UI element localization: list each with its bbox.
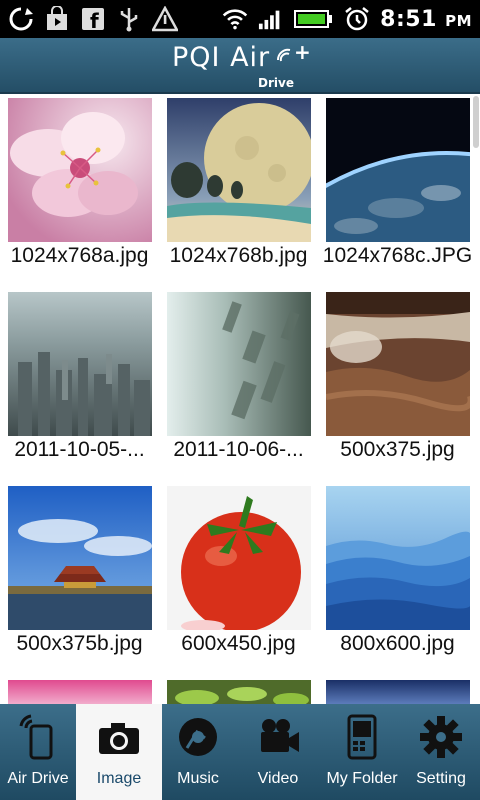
- pink-thumbnail-partial: [8, 680, 152, 704]
- wireless-waves-icon: [276, 48, 291, 62]
- tab-label: Video: [257, 770, 299, 787]
- phone-wireless-icon: [15, 714, 61, 760]
- shopping-bag-icon: [44, 6, 70, 32]
- image-item[interactable]: 800x600.jpg: [318, 482, 472, 672]
- image-filename: 500x375.jpg: [340, 438, 455, 461]
- moon-beach-thumbnail: [167, 98, 311, 242]
- signal-icon: [258, 6, 284, 32]
- image-filename: 500x375b.jpg: [16, 632, 143, 655]
- image-item[interactable]: 2011-10-05-...: [0, 288, 159, 478]
- image-item[interactable]: 1024x768b.jpg: [159, 94, 318, 284]
- image-item[interactable]: [318, 676, 472, 704]
- tab-video[interactable]: Video: [234, 704, 322, 800]
- palace-thumbnail: [8, 486, 152, 630]
- alarm-icon: [344, 6, 370, 32]
- grid-scrollbar[interactable]: [473, 96, 479, 148]
- pqi-air-drive-logo: PQI Air Drive +: [172, 40, 312, 90]
- tab-label: Music: [177, 770, 219, 787]
- sync-icon: [8, 6, 34, 32]
- lily-pads-thumbnail-partial: [167, 680, 311, 704]
- notification-icons: f: [8, 6, 178, 32]
- tab-label: Image: [96, 770, 142, 787]
- tab-label: Air Drive: [7, 770, 69, 787]
- tab-label: My Folder: [326, 770, 398, 787]
- image-item[interactable]: [0, 676, 159, 704]
- tab-label: Setting: [416, 770, 466, 787]
- image-filename: 1024x768b.jpg: [169, 244, 308, 267]
- image-grid: 1024x768a.jpg 1024x768b.jpg 1024x768c.JP…: [0, 94, 472, 704]
- image-filename: 2011-10-05-...: [14, 438, 145, 461]
- camera-icon: [96, 714, 142, 760]
- brand-subtitle: Drive: [258, 76, 294, 90]
- tab-image[interactable]: Image: [76, 704, 162, 800]
- app-header: PQI Air Drive +: [0, 38, 480, 94]
- tomato-thumbnail: [167, 486, 311, 630]
- image-filename: 2011-10-06-...: [173, 438, 304, 461]
- image-item[interactable]: 500x375.jpg: [318, 288, 472, 478]
- waterfall-thumbnail: [326, 292, 470, 436]
- video-camera-icon: [255, 714, 301, 760]
- tab-setting[interactable]: Setting: [402, 704, 480, 800]
- battery-icon: [294, 6, 334, 32]
- city-tilted-thumbnail: [167, 292, 311, 436]
- blue-mountains-thumbnail: [326, 486, 470, 630]
- image-item[interactable]: 2011-10-06-...: [159, 288, 318, 478]
- facebook-icon: f: [80, 6, 106, 32]
- wifi-icon: [222, 6, 248, 32]
- brand-name: PQI Air: [172, 42, 271, 73]
- image-item[interactable]: 500x375b.jpg: [0, 482, 159, 672]
- sky-thumbnail-partial: [326, 680, 470, 704]
- brand-plus: +: [294, 40, 311, 64]
- image-filename: 600x450.jpg: [181, 632, 296, 655]
- image-filename: 1024x768c.JPG: [322, 244, 472, 267]
- tab-music[interactable]: Music: [162, 704, 234, 800]
- image-filename: 1024x768a.jpg: [10, 244, 149, 267]
- svg-text:f: f: [90, 9, 99, 32]
- image-item[interactable]: 600x450.jpg: [159, 482, 318, 672]
- usb-icon: [116, 6, 142, 32]
- gear-icon: [418, 714, 464, 760]
- cherry-blossom-thumbnail: [8, 98, 152, 242]
- clock: 8:51 PM: [380, 6, 472, 32]
- image-filename: 800x600.jpg: [340, 632, 455, 655]
- bottom-nav: Air Drive Image Music Video My Folder Se…: [0, 704, 480, 800]
- music-disc-icon: [175, 714, 221, 760]
- status-bar: f 8:51 PM: [0, 0, 480, 38]
- image-item[interactable]: 1024x768c.JPG: [318, 94, 472, 284]
- earth-horizon-thumbnail: [326, 98, 470, 242]
- device-folder-icon: [339, 714, 385, 760]
- city-aerial-thumbnail: [8, 292, 152, 436]
- image-item[interactable]: 1024x768a.jpg: [0, 94, 159, 284]
- image-item[interactable]: [159, 676, 318, 704]
- warning-icon: [152, 6, 178, 32]
- tab-my-folder[interactable]: My Folder: [322, 704, 402, 800]
- system-icons: 8:51 PM: [222, 6, 472, 32]
- tab-air-drive[interactable]: Air Drive: [0, 704, 76, 800]
